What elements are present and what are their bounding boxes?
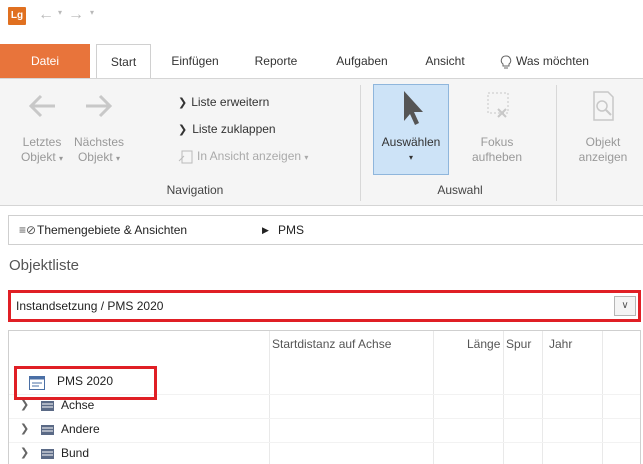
previous-object-label-1: Letztes — [22, 135, 62, 149]
select-label: Auswählen — [381, 135, 441, 149]
show-object-label-1: Objekt — [585, 135, 621, 149]
column-header-start-distance[interactable]: Startdistanz auf Achse — [272, 331, 391, 365]
expand-chevron-icon[interactable]: ❯ — [20, 422, 29, 435]
column-header-lane[interactable]: Spur — [506, 331, 531, 365]
ribbon-separator-2 — [556, 85, 557, 201]
title-bar: Lg ← ▾ → ▾ — [0, 0, 643, 36]
breadcrumb: ≡⊘ Themengebiete & Ansichten ▶ PMS — [8, 215, 643, 245]
select-button-content[interactable]: Auswählen ▾ — [373, 87, 449, 165]
breadcrumb-filter-icon: ≡⊘ — [19, 223, 37, 237]
clear-focus-label-2: aufheben — [471, 150, 523, 164]
selection-group-label: Auswahl — [437, 183, 483, 197]
view-dropdown[interactable]: Instandsetzung / PMS 2020 ∨ — [8, 290, 641, 322]
back-dropdown-icon[interactable]: ▾ — [58, 8, 62, 17]
navigation-group-label: Navigation — [166, 183, 224, 197]
list-item-label: Achse — [61, 398, 95, 412]
table-icon — [41, 401, 54, 411]
show-object-button[interactable]: Objekt anzeigen — [572, 89, 634, 165]
list-item[interactable]: ❯ Andere — [9, 418, 640, 440]
arrow-left-large-icon — [28, 94, 55, 118]
chevron-down-icon[interactable]: ∨ — [614, 296, 636, 316]
tab-reporte[interactable]: Reporte — [242, 44, 310, 78]
tab-start[interactable]: Start — [96, 44, 151, 78]
previous-object-label-2: Objekt ▾ — [20, 150, 64, 164]
show-object-label-2: anzeigen — [578, 150, 628, 164]
breadcrumb-separator-icon: ▶ — [262, 225, 269, 235]
arrow-right-large-icon — [86, 94, 113, 118]
table-icon — [41, 425, 54, 435]
show-object-icon — [593, 91, 614, 121]
tab-ansicht[interactable]: Ansicht — [408, 44, 482, 78]
column-header-year[interactable]: Jahr — [549, 331, 572, 365]
expand-chevron-icon[interactable]: ❯ — [20, 446, 29, 459]
tell-me-label: Was möchten — [516, 54, 589, 68]
list-item-label: Andere — [61, 422, 100, 436]
quick-access-dropdown-icon[interactable]: ▾ — [90, 8, 94, 17]
chevron-down-icon: ❯ — [178, 97, 188, 109]
tab-aufgaben[interactable]: Aufgaben — [323, 44, 401, 78]
clear-focus-icon — [487, 92, 509, 118]
show-in-view-button[interactable]: In Ansicht anzeigen ▾ — [178, 146, 308, 166]
collapse-list-button[interactable]: ❯ Liste zuklappen — [178, 119, 276, 139]
list-item-label: Bund — [61, 446, 90, 460]
next-object-button[interactable]: Nächstes Objekt ▾ — [70, 89, 128, 166]
table-icon — [41, 449, 54, 459]
list-item[interactable]: ❯ Bund — [9, 442, 640, 464]
tell-me-search[interactable]: Was möchten — [500, 44, 643, 78]
chevron-right-icon: ❯ — [178, 124, 188, 136]
breadcrumb-current[interactable]: PMS — [278, 216, 304, 244]
select-dropdown-icon: ▾ — [408, 153, 413, 162]
forward-arrow-icon[interactable]: → — [68, 5, 84, 25]
column-header-length[interactable]: Länge — [467, 331, 500, 365]
app-logo: Lg — [8, 7, 26, 25]
clear-focus-button[interactable]: Fokus aufheben — [467, 89, 527, 165]
previous-object-button[interactable]: Letztes Objekt ▾ — [16, 89, 68, 166]
next-object-label-1: Nächstes — [73, 135, 125, 149]
objectlist-title: Objektliste — [9, 257, 80, 274]
view-dropdown-value: Instandsetzung / PMS 2020 — [16, 299, 164, 313]
ribbon-tabs: Datei Start Einfügen Reporte Aufgaben An… — [0, 44, 643, 78]
breadcrumb-root[interactable]: Themengebiete & Ansichten — [37, 216, 187, 244]
clear-focus-label-1: Fokus — [480, 135, 514, 149]
cursor-arrow-icon — [404, 91, 423, 125]
next-object-label-2: Objekt ▾ — [77, 150, 121, 164]
tab-datei[interactable]: Datei — [0, 44, 90, 78]
back-arrow-icon[interactable]: ← — [38, 5, 54, 25]
expand-list-button[interactable]: ❯ Liste erweitern — [178, 92, 269, 112]
root-item-highlight — [14, 366, 157, 400]
show-in-view-icon — [178, 150, 193, 164]
ribbon-start: Letztes Objekt ▾ Nächstes Objekt ▾ ❯ List… — [0, 78, 643, 206]
ribbon-separator — [360, 85, 361, 201]
tab-einfuegen[interactable]: Einfügen — [160, 44, 230, 78]
lightbulb-icon — [500, 55, 512, 69]
